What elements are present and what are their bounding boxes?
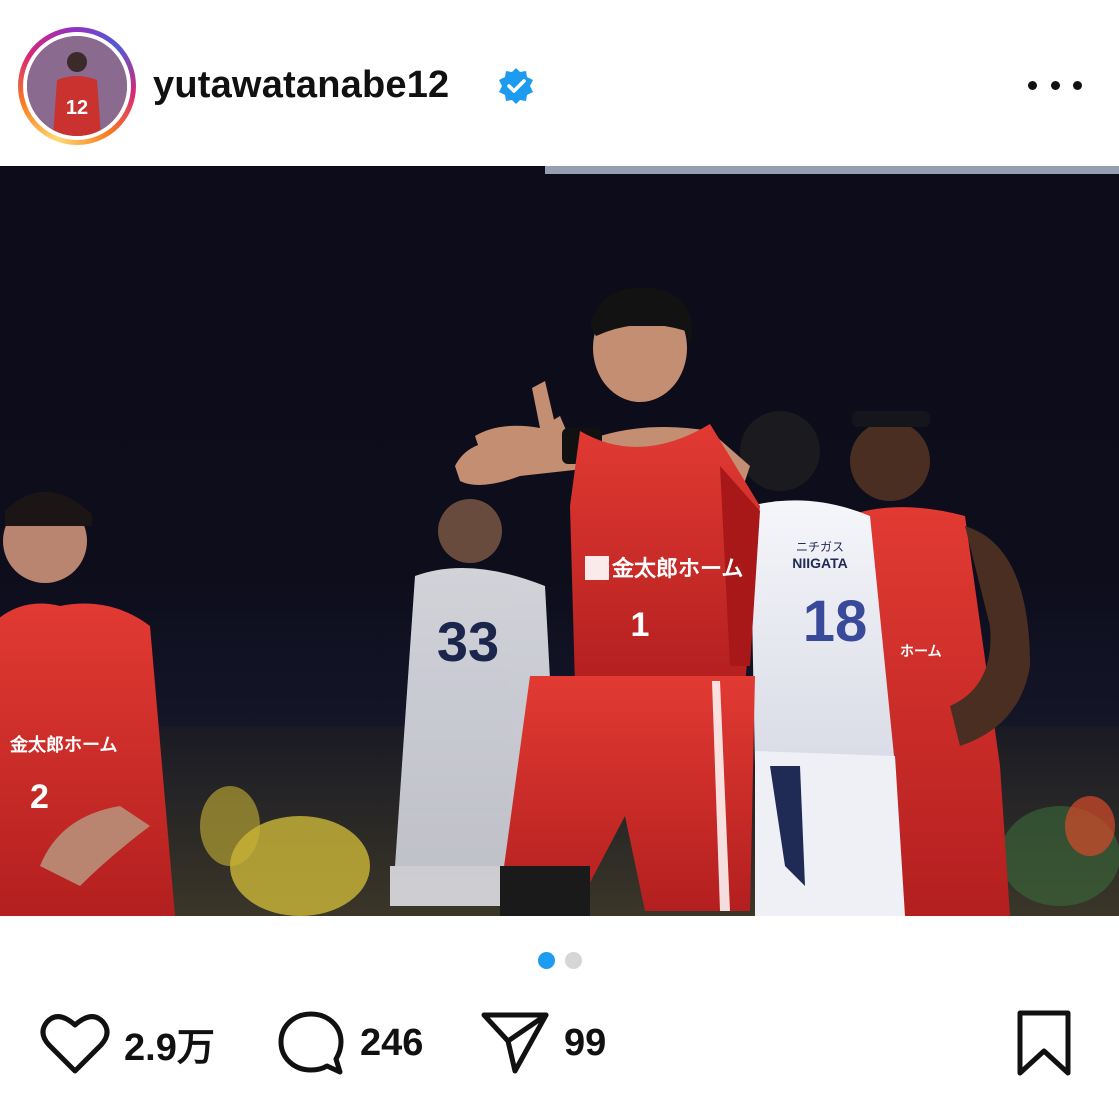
right-jersey-sponsor: ホーム: [900, 643, 942, 659]
share-button[interactable]: 99: [480, 1005, 606, 1081]
main-jersey-sponsor: 金太郎ホーム: [611, 556, 743, 581]
story-ring[interactable]: 12: [18, 27, 136, 145]
post-actions: 2.9万 246 99: [0, 1005, 1119, 1085]
like-button[interactable]: 2.9万: [40, 1005, 215, 1081]
comment-button[interactable]: 246: [276, 1005, 423, 1081]
post-photo[interactable]: 金太郎ホーム 2 33 ホーム ニチガス NIIGATA 18 金太郎ホーム 1: [0, 166, 1119, 916]
away-jersey-sponsor: NIIGATA: [792, 555, 847, 571]
bookmark-icon[interactable]: [1014, 1009, 1074, 1077]
more-dot-icon: [1073, 80, 1082, 90]
carousel-dot-active: [537, 952, 555, 969]
post-header: 12 yutawatanabe12: [0, 0, 1119, 166]
away-jersey-number-18: 18: [803, 589, 868, 654]
avatar-image: 12: [27, 36, 127, 136]
more-options-button[interactable]: [1028, 70, 1082, 100]
basketball-photo: 金太郎ホーム 2 33 ホーム ニチガス NIIGATA 18 金太郎ホーム 1: [0, 166, 1119, 916]
send-icon: [481, 1012, 549, 1074]
away-jersey-number-33: 33: [437, 610, 499, 673]
carousel-dot: [564, 952, 582, 969]
more-dot-icon: [1028, 80, 1037, 90]
carousel-indicator: [0, 952, 1119, 970]
main-jersey-number: 1: [631, 606, 650, 644]
comment-count: 246: [360, 1021, 424, 1064]
verified-badge-icon: [499, 68, 533, 104]
away-jersey-sponsor-small: ニチガス: [796, 540, 844, 554]
left-jersey-sponsor: 金太郎ホーム: [9, 734, 117, 755]
instagram-post: 12 yutawatanabe12 金太郎ホーム 2 33 ホーム ニチガス N…: [0, 0, 1119, 1107]
share-count: 99: [564, 1021, 607, 1064]
comment-icon: [278, 1011, 344, 1075]
avatar-jersey-number: 12: [66, 97, 88, 119]
left-player: 金太郎ホーム 2: [0, 491, 175, 916]
like-count: 2.9万: [124, 1026, 215, 1069]
left-jersey-number: 2: [30, 778, 49, 816]
more-dot-icon: [1050, 80, 1060, 90]
username[interactable]: yutawatanabe12: [153, 63, 449, 107]
heart-icon: [40, 1014, 110, 1074]
avatar[interactable]: 12: [27, 36, 127, 136]
